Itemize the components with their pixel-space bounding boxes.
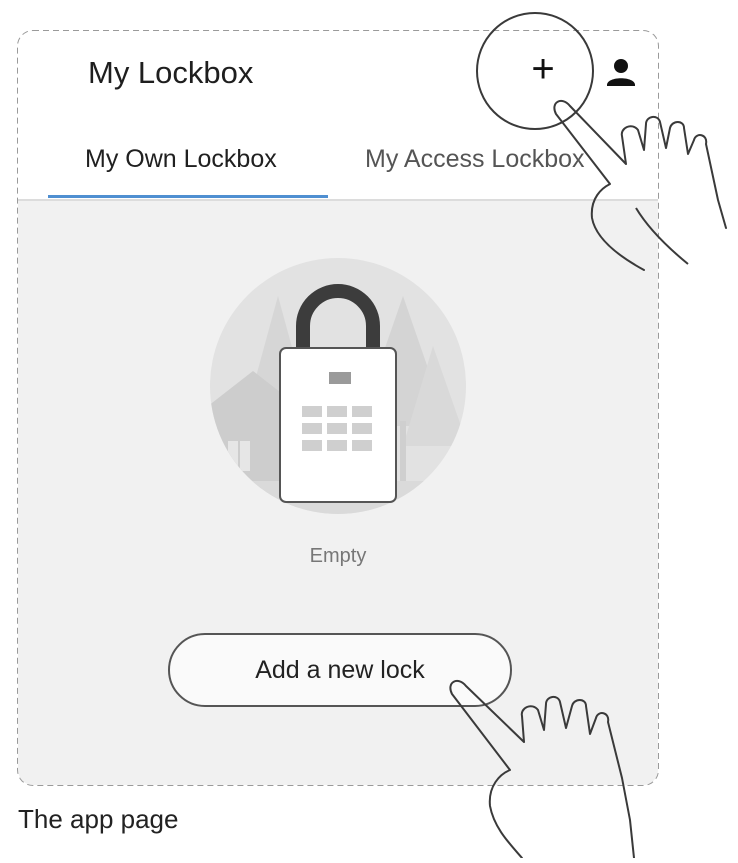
page-title: My Lockbox: [88, 55, 254, 90]
pointing-hand-icon: [548, 88, 738, 278]
add-new-lock-label: Add a new lock: [255, 655, 425, 684]
user-icon[interactable]: [603, 55, 639, 91]
pointing-hand-icon: [444, 670, 644, 859]
empty-state-text: Empty: [309, 545, 367, 567]
active-tab-indicator: [48, 195, 328, 198]
tab-my-own-lockbox[interactable]: My Own Lockbox: [85, 145, 277, 174]
padlock-illustration: [208, 256, 468, 516]
figure-caption: The app page: [18, 804, 179, 834]
